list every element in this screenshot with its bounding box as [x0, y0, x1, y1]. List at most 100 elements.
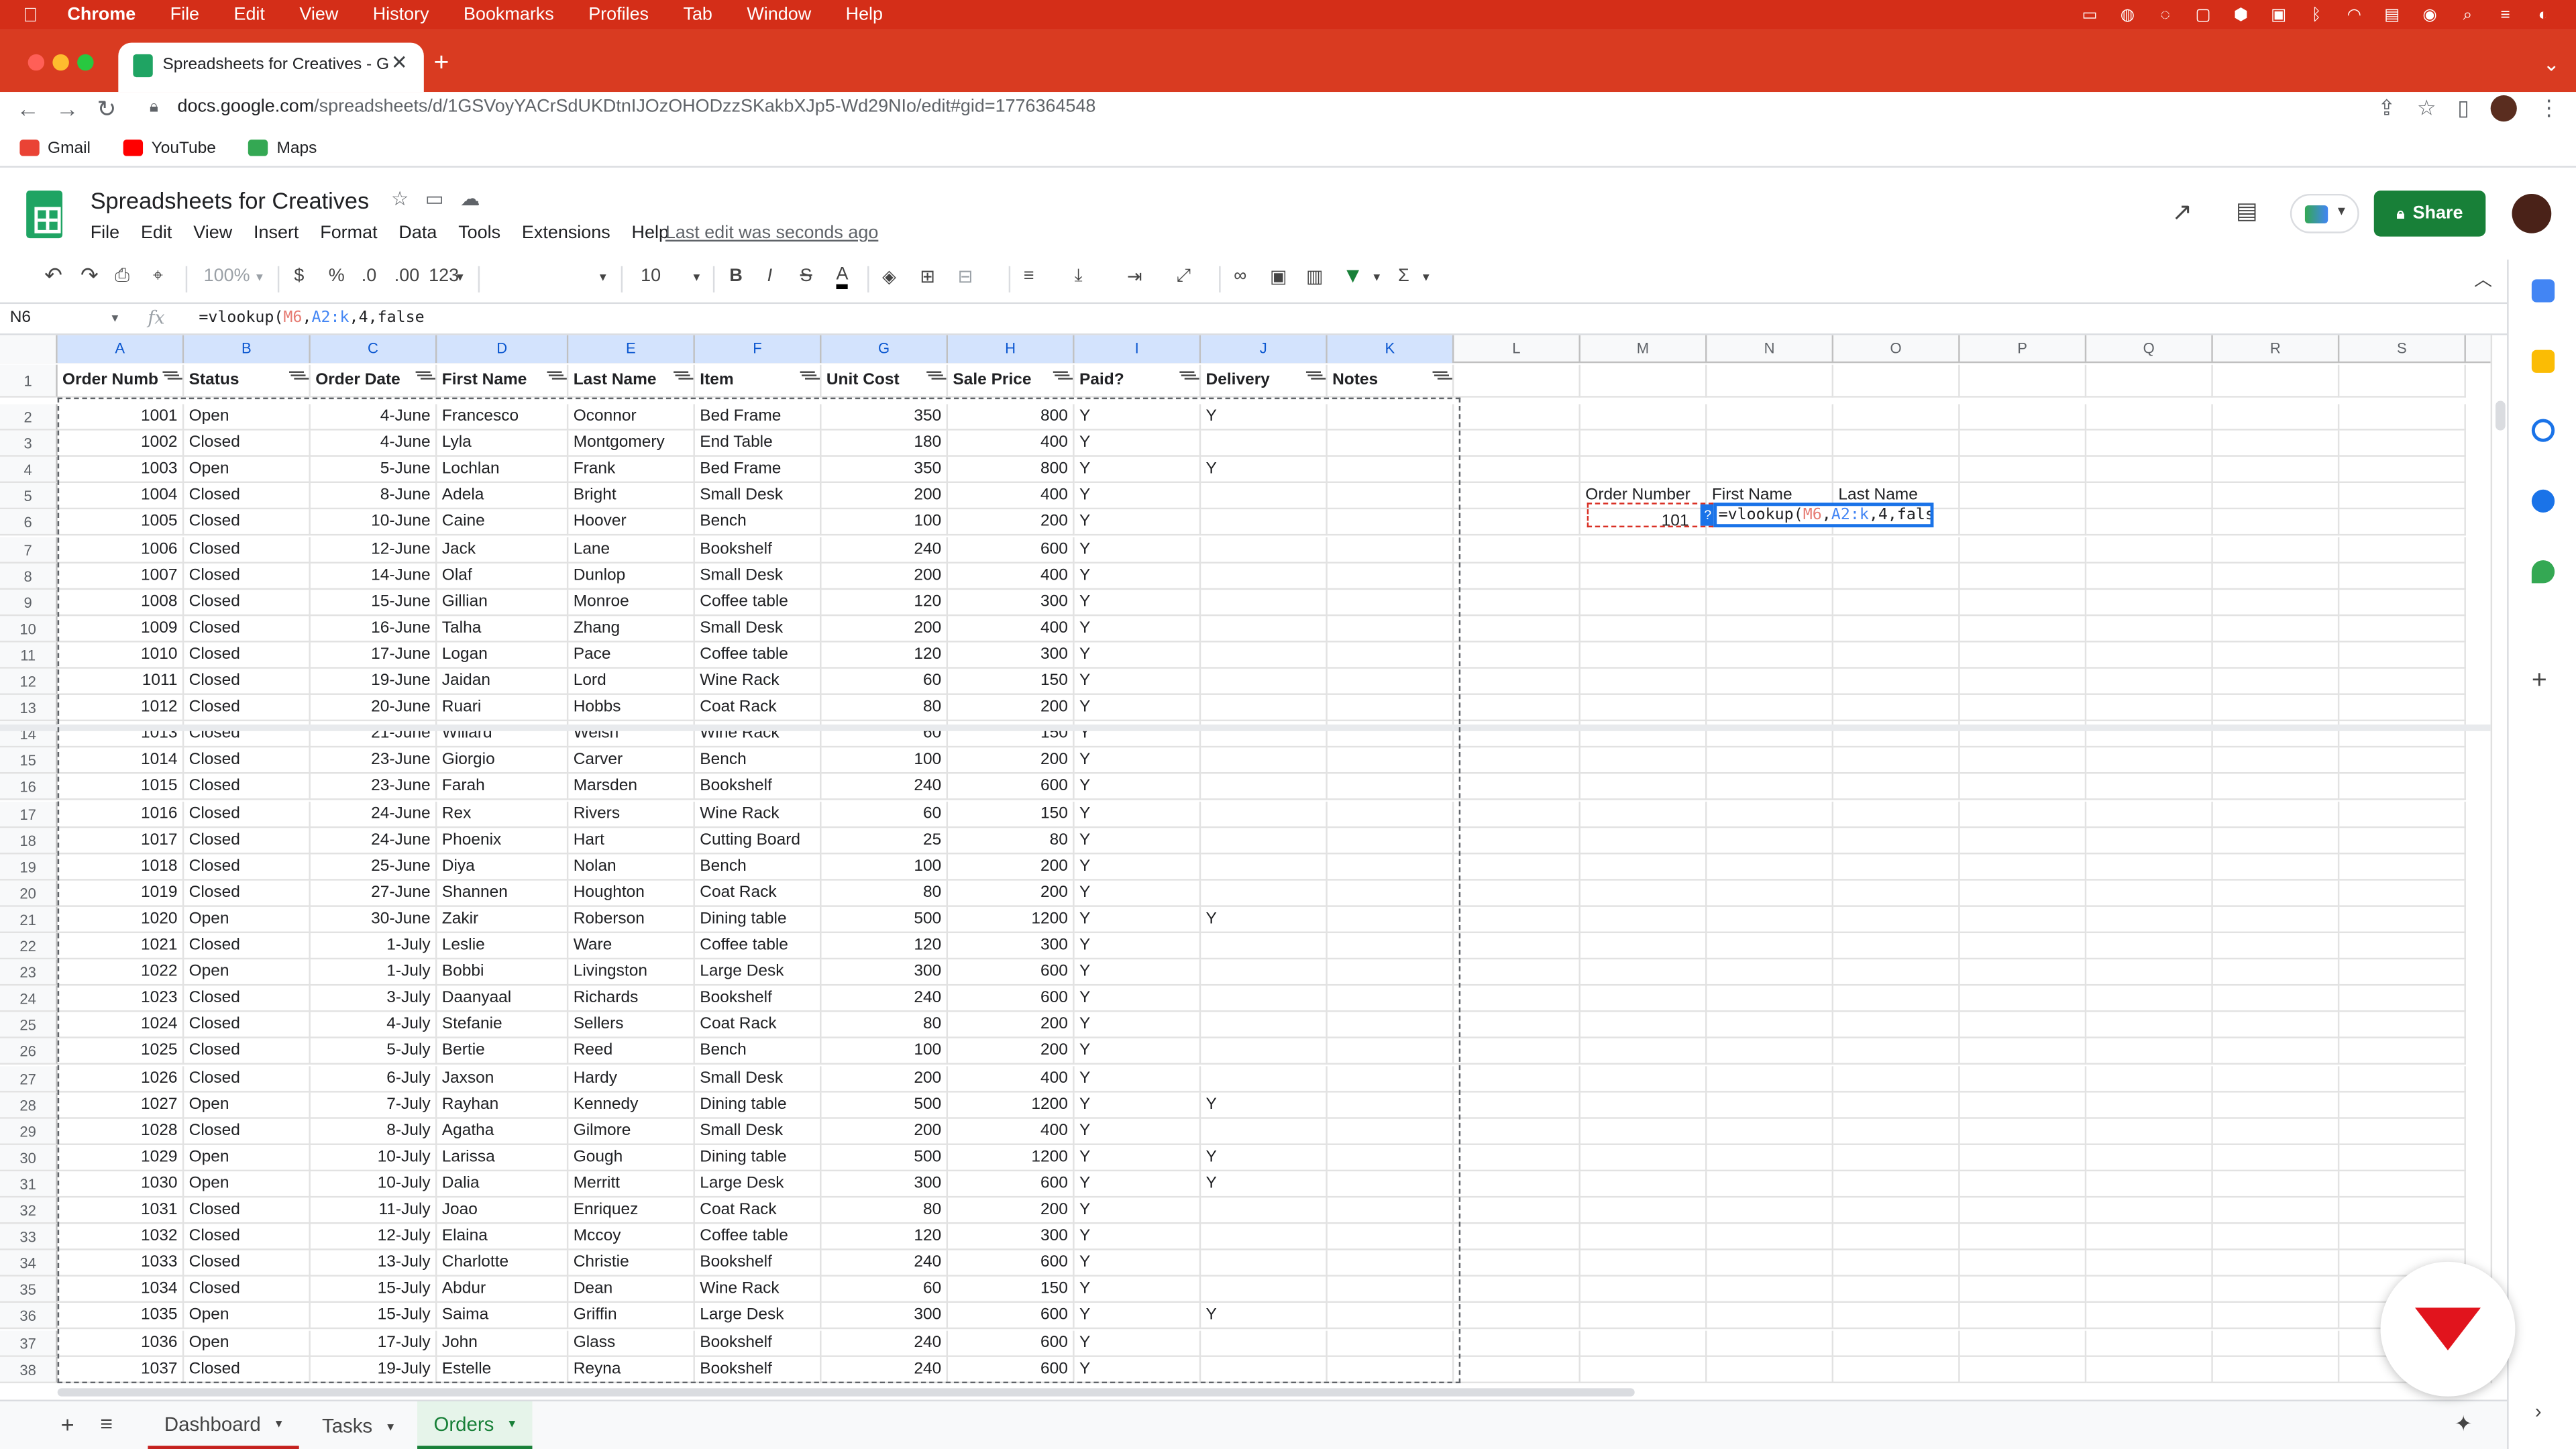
- row-header[interactable]: 11: [0, 642, 58, 669]
- table-cell[interactable]: [1960, 1118, 2087, 1145]
- table-cell[interactable]: [2212, 1171, 2340, 1198]
- row-header[interactable]: 19: [0, 853, 58, 881]
- table-cell[interactable]: [2086, 1038, 2213, 1066]
- table-cell[interactable]: 180: [821, 430, 949, 458]
- merge-cells-icon[interactable]: ⊟: [958, 266, 973, 287]
- table-cell[interactable]: Dunlop: [568, 563, 695, 590]
- table-cell[interactable]: [2212, 695, 2340, 722]
- table-cell[interactable]: [2086, 642, 2213, 669]
- table-cell[interactable]: [1580, 1144, 1707, 1171]
- header-cell[interactable]: [1580, 364, 1707, 398]
- table-cell[interactable]: 1005: [57, 510, 184, 537]
- table-cell[interactable]: [1454, 1250, 1580, 1277]
- table-cell[interactable]: 120: [821, 1224, 949, 1251]
- table-cell[interactable]: 1007: [57, 563, 184, 590]
- table-cell[interactable]: [2339, 430, 2466, 458]
- header-cell[interactable]: [2212, 364, 2340, 398]
- table-cell[interactable]: 1015: [57, 774, 184, 801]
- table-cell[interactable]: 1200: [948, 1091, 1075, 1118]
- table-cell[interactable]: [2086, 668, 2213, 696]
- table-cell[interactable]: 300: [948, 933, 1075, 960]
- table-cell[interactable]: [1327, 589, 1454, 616]
- menu-tools[interactable]: Tools: [458, 223, 500, 243]
- table-cell[interactable]: Open: [184, 1091, 311, 1118]
- column-header-f[interactable]: F: [694, 335, 822, 364]
- table-cell[interactable]: John: [437, 1330, 569, 1356]
- table-cell[interactable]: 1010: [57, 642, 184, 669]
- table-cell[interactable]: [1454, 853, 1580, 881]
- horizontal-scrollbar[interactable]: [57, 1383, 2491, 1400]
- table-cell[interactable]: [1833, 430, 1960, 458]
- table-cell[interactable]: 200: [948, 1038, 1075, 1066]
- table-cell[interactable]: [1960, 1224, 2087, 1251]
- row-header[interactable]: 5: [0, 483, 58, 511]
- column-header-c[interactable]: C: [310, 335, 437, 364]
- table-cell[interactable]: Oconnor: [568, 404, 695, 431]
- header-cell[interactable]: Notes: [1327, 364, 1454, 398]
- table-cell[interactable]: Agatha: [437, 1118, 569, 1145]
- table-cell[interactable]: [2212, 1038, 2340, 1066]
- table-cell[interactable]: [1707, 589, 1834, 616]
- table-cell[interactable]: [1707, 1356, 1834, 1383]
- table-cell[interactable]: [1327, 430, 1454, 458]
- table-cell[interactable]: [2339, 1012, 2466, 1039]
- table-cell[interactable]: [2086, 1330, 2213, 1356]
- table-cell[interactable]: [2086, 906, 2213, 933]
- table-cell[interactable]: Gillian: [437, 589, 569, 616]
- table-cell[interactable]: [1833, 1171, 1960, 1198]
- table-cell[interactable]: Closed: [184, 615, 311, 643]
- table-cell[interactable]: [2086, 1197, 2213, 1224]
- table-cell[interactable]: Wine Rack: [694, 1277, 822, 1303]
- table-cell[interactable]: [2212, 748, 2340, 775]
- row-header[interactable]: 36: [0, 1303, 58, 1330]
- table-cell[interactable]: Carver: [568, 748, 695, 775]
- table-cell[interactable]: [2339, 642, 2466, 669]
- table-cell[interactable]: [1580, 1171, 1707, 1198]
- row-header[interactable]: 34: [0, 1250, 58, 1277]
- table-cell[interactable]: 120: [821, 642, 949, 669]
- table-cell[interactable]: 1022: [57, 959, 184, 986]
- table-cell[interactable]: Jack: [437, 536, 569, 564]
- table-cell[interactable]: 24-June: [310, 827, 437, 854]
- table-cell[interactable]: 600: [948, 959, 1075, 986]
- table-cell[interactable]: 400: [948, 483, 1075, 511]
- table-cell[interactable]: 13-July: [310, 1250, 437, 1277]
- table-cell[interactable]: [1327, 1303, 1454, 1330]
- header-cell[interactable]: [1960, 364, 2087, 398]
- table-cell[interactable]: 1032: [57, 1224, 184, 1251]
- table-cell[interactable]: [1201, 827, 1328, 854]
- column-header-l[interactable]: L: [1454, 335, 1580, 364]
- table-cell[interactable]: Lord: [568, 668, 695, 696]
- new-tab-icon[interactable]: +: [434, 49, 449, 78]
- table-cell[interactable]: [1580, 827, 1707, 854]
- table-cell[interactable]: [1201, 1224, 1328, 1251]
- table-cell[interactable]: [1707, 1065, 1834, 1092]
- header-cell[interactable]: Delivery: [1201, 364, 1328, 398]
- text-color-button[interactable]: A: [836, 266, 849, 290]
- table-cell[interactable]: [1580, 800, 1707, 828]
- table-cell[interactable]: Hobbs: [568, 695, 695, 722]
- table-cell[interactable]: Glass: [568, 1330, 695, 1356]
- table-cell[interactable]: [2212, 827, 2340, 854]
- table-cell[interactable]: Wine Rack: [694, 800, 822, 828]
- table-cell[interactable]: Small Desk: [694, 1065, 822, 1092]
- table-cell[interactable]: 10-July: [310, 1171, 437, 1198]
- row-header[interactable]: 15: [0, 748, 58, 775]
- table-cell[interactable]: [1454, 827, 1580, 854]
- table-cell[interactable]: [1580, 774, 1707, 801]
- table-cell[interactable]: 1016: [57, 800, 184, 828]
- table-cell[interactable]: 12-June: [310, 536, 437, 564]
- table-cell[interactable]: Closed: [184, 985, 311, 1013]
- table-cell[interactable]: [1327, 510, 1454, 537]
- table-cell[interactable]: [1960, 589, 2087, 616]
- sheet-tab-dashboard[interactable]: Dashboard ▾: [148, 1401, 299, 1449]
- table-cell[interactable]: [1454, 404, 1580, 431]
- table-cell[interactable]: [1833, 748, 1960, 775]
- sidebar-icon[interactable]: ▯: [2457, 95, 2469, 121]
- table-cell[interactable]: Sellers: [568, 1012, 695, 1039]
- table-cell[interactable]: Roberson: [568, 906, 695, 933]
- table-cell[interactable]: [1960, 853, 2087, 881]
- add-addon-icon[interactable]: +: [2532, 667, 2547, 696]
- table-cell[interactable]: Coffee table: [694, 1224, 822, 1251]
- table-cell[interactable]: 150: [948, 1277, 1075, 1303]
